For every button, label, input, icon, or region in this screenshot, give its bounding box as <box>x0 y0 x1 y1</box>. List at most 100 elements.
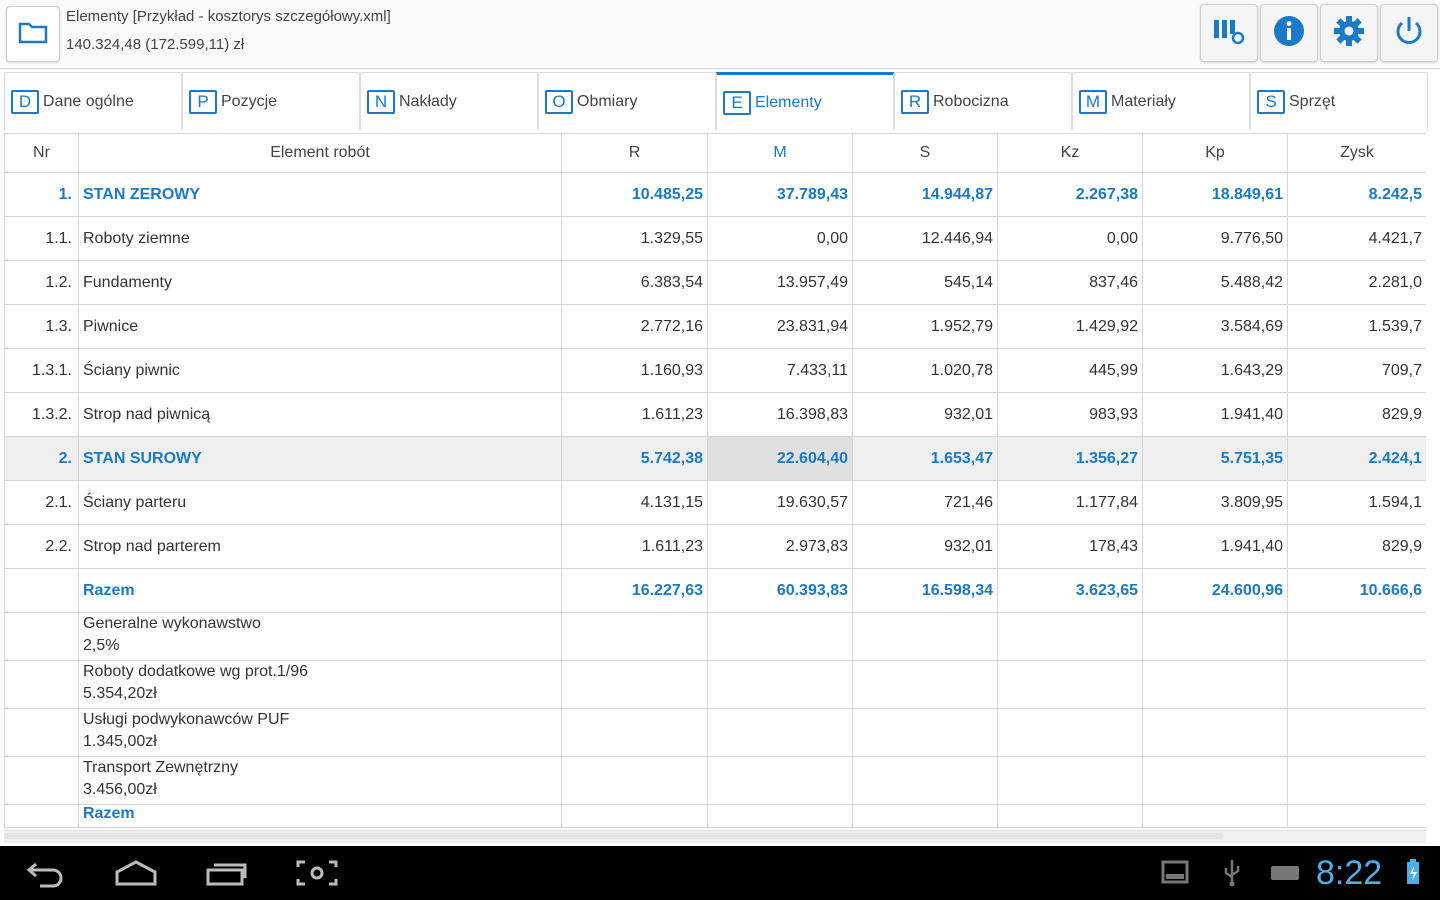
cell-kz: 1.356,27 <box>997 436 1143 481</box>
tab-key: N <box>367 89 395 114</box>
cell-r <box>561 804 708 828</box>
cell-name: Transport Zewnętrzny 3.456,00zł <box>78 756 562 805</box>
cell-s <box>852 660 998 709</box>
cell-r <box>561 660 708 709</box>
column-header[interactable]: Kp <box>1142 133 1288 173</box>
tab-label: Materiały <box>1111 92 1176 110</box>
table-row[interactable]: 1.3.2. Strop nad piwnicą 1.611,23 16.398… <box>4 392 1426 437</box>
tab-key: P <box>189 89 217 114</box>
cell-kp: 1.941,40 <box>1142 524 1288 569</box>
tab-robocizna[interactable]: R Robocizna <box>894 72 1072 130</box>
tab-label: Nakłady <box>399 92 457 110</box>
info-icon <box>1273 15 1305 52</box>
table-row-selected[interactable]: 2. STAN SUROWY 5.742,38 22.604,40 1.653,… <box>4 436 1426 481</box>
cell-zysk <box>1287 612 1426 661</box>
cell-name: Strop nad piwnicą <box>78 392 562 437</box>
cell-s: 721,46 <box>852 480 998 525</box>
cell-m: 13.957,49 <box>707 260 853 305</box>
table-row[interactable]: 2.2. Strop nad parterem 1.611,23 2.973,8… <box>4 524 1426 569</box>
cell-name: Generalne wykonawstwo 2,5% <box>78 612 562 661</box>
column-header[interactable]: Kz <box>997 133 1143 173</box>
cell-kz: 178,43 <box>997 524 1143 569</box>
table-row[interactable]: 1.3. Piwnice 2.772,16 23.831,94 1.952,79… <box>4 304 1426 349</box>
tab-label: Obmiary <box>577 92 638 110</box>
tab-obmiary[interactable]: O Obmiary <box>538 72 716 130</box>
cell-kp <box>1142 660 1288 709</box>
cell-kp: 5.751,35 <box>1142 436 1288 481</box>
cell-kp <box>1142 708 1288 757</box>
tab-key: O <box>545 89 573 114</box>
total-row[interactable]: Razem <box>4 804 1426 828</box>
cell-name: Razem <box>78 804 562 828</box>
cell-kz: 1.429,92 <box>997 304 1143 349</box>
table-row[interactable]: 2.1. Ściany parteru 4.131,15 19.630,57 7… <box>4 480 1426 525</box>
cell-nr: 2.2. <box>4 524 79 569</box>
cell-zysk: 10.666,6 <box>1287 568 1426 613</box>
surcharge-name: Usługi podwykonawców PUF <box>83 711 290 728</box>
cell-m-selected[interactable]: 22.604,40 <box>707 436 853 481</box>
cell-name: STAN SUROWY <box>78 436 562 481</box>
table-row[interactable]: 1.2. Fundamenty 6.383,54 13.957,49 545,1… <box>4 260 1426 305</box>
cell-name: Roboty ziemne <box>78 216 562 261</box>
screenshot-icon[interactable] <box>295 858 339 893</box>
tab-pozycje[interactable]: P Pozycje <box>182 72 360 130</box>
cell-zysk: 1.594,1 <box>1287 480 1426 525</box>
info-button[interactable] <box>1260 4 1318 62</box>
cell-name: STAN ZEROWY <box>78 172 562 217</box>
open-file-button[interactable] <box>6 6 60 62</box>
surcharge-row[interactable]: Usługi podwykonawców PUF 1.345,00zł <box>4 708 1426 757</box>
cell-kp: 3.584,69 <box>1142 304 1288 349</box>
column-header[interactable]: R <box>561 133 708 173</box>
home-icon[interactable] <box>114 858 158 893</box>
cell-r: 6.383,54 <box>561 260 708 305</box>
power-icon <box>1393 15 1425 52</box>
cell-kp: 1.941,40 <box>1142 392 1288 437</box>
tab-dane-ogolne[interactable]: D Dane ogólne <box>4 72 182 130</box>
tab-elementy[interactable]: E Elementy <box>716 72 894 130</box>
columns-button[interactable] <box>1200 4 1258 62</box>
surcharge-name: Transport Zewnętrzny <box>83 759 239 776</box>
cell-zysk: 2.424,1 <box>1287 436 1426 481</box>
column-header[interactable]: Element robót <box>78 133 562 173</box>
cell-name: Piwnice <box>78 304 562 349</box>
cell-s: 1.653,47 <box>852 436 998 481</box>
cell-r: 5.742,38 <box>561 436 708 481</box>
tab-bar: D Dane ogólne P Pozycje N Nakłady O Obmiary … <box>4 72 1432 132</box>
column-header[interactable]: M <box>707 133 853 173</box>
cell-name: Ściany piwnic <box>78 348 562 393</box>
tab-sprzet[interactable]: S Sprzęt <box>1250 72 1428 130</box>
recent-apps-icon[interactable] <box>205 858 249 893</box>
column-header[interactable]: Nr <box>4 133 79 173</box>
cell-m: 16.398,83 <box>707 392 853 437</box>
table-row[interactable]: 1.3.1. Ściany piwnic 1.160,93 7.433,11 1… <box>4 348 1426 393</box>
exit-button[interactable] <box>1380 4 1438 62</box>
total-row[interactable]: Razem 16.227,63 60.393,83 16.598,34 3.62… <box>4 568 1426 613</box>
cell-m <box>707 708 853 757</box>
horizontal-scrollbar[interactable] <box>4 830 1426 843</box>
table-row[interactable]: 1. STAN ZEROWY 10.485,25 37.789,43 14.94… <box>4 172 1426 217</box>
surcharge-row[interactable]: Transport Zewnętrzny 3.456,00zł <box>4 756 1426 805</box>
cell-m: 7.433,11 <box>707 348 853 393</box>
column-header[interactable]: Zysk <box>1287 133 1426 173</box>
columns-settings-icon <box>1212 16 1246 51</box>
surcharge-row[interactable]: Generalne wykonawstwo 2,5% <box>4 612 1426 661</box>
table-row[interactable]: 1.1. Roboty ziemne 1.329,55 0,00 12.446,… <box>4 216 1426 261</box>
surcharge-name: Roboty dodatkowe wg prot.1/96 <box>83 663 309 680</box>
cell-kz <box>997 804 1143 828</box>
tab-key: E <box>723 90 751 115</box>
column-header[interactable]: S <box>852 133 998 173</box>
cell-nr <box>4 612 79 661</box>
cell-nr <box>4 660 79 709</box>
cell-r: 1.329,55 <box>561 216 708 261</box>
back-icon[interactable] <box>26 858 66 893</box>
scrollbar-thumb[interactable] <box>4 833 1224 839</box>
cell-r <box>561 756 708 805</box>
cell-zysk <box>1287 756 1426 805</box>
cell-kz <box>997 612 1143 661</box>
tab-materialy[interactable]: M Materiały <box>1072 72 1250 130</box>
settings-button[interactable] <box>1320 4 1378 62</box>
gear-icon <box>1333 15 1365 52</box>
surcharge-row[interactable]: Roboty dodatkowe wg prot.1/96 5.354,20zł <box>4 660 1426 709</box>
cell-kp <box>1142 804 1288 828</box>
tab-naklady[interactable]: N Nakłady <box>360 72 538 130</box>
